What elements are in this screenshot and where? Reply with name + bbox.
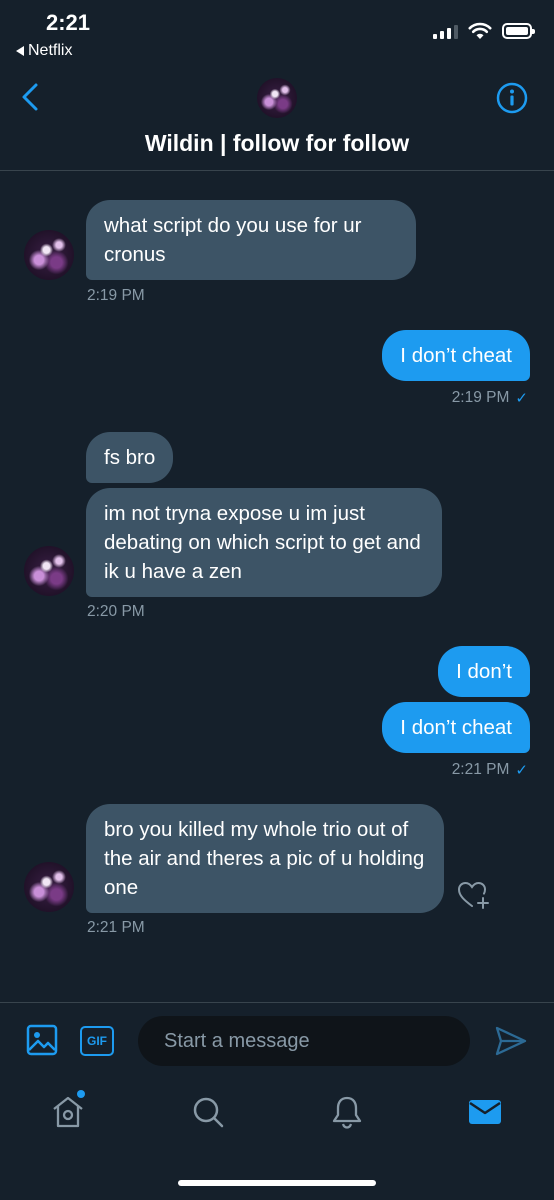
message-timestamp: 2:19 PM [87,287,145,304]
message-input[interactable] [138,1016,470,1066]
bell-icon[interactable] [329,1094,365,1130]
outgoing-message-bubble[interactable]: I don’t cheat [382,330,530,381]
incoming-message-bubble[interactable]: fs bro [86,432,174,483]
read-check-icon: ✓ [515,762,528,779]
outgoing-message-bubble[interactable]: I don’t [438,646,530,697]
notification-dot [77,1090,85,1098]
status-time: 2:21 [46,10,91,35]
incoming-message-bubble[interactable]: im not tryna expose u im just debating o… [86,488,442,597]
read-check-icon: ✓ [515,390,528,407]
mail-icon[interactable] [467,1094,503,1130]
outgoing-message-bubble[interactable]: I don’t cheat [382,702,530,753]
battery-icon [502,23,535,39]
conversation-title[interactable]: Wildin | follow for follow [0,130,554,157]
info-icon[interactable] [496,82,528,114]
message-timestamp: 2:21 PM [451,761,510,778]
header-divider [0,170,554,171]
header-avatar[interactable] [257,78,297,118]
image-icon[interactable] [26,1024,58,1056]
home-indicator [178,1180,376,1186]
message-timestamp-row: 2:19 PM ✓ [452,389,528,407]
send-icon[interactable] [494,1024,528,1058]
back-app-label: Netflix [28,42,73,59]
composer-divider [0,1002,554,1003]
back-triangle-icon [16,46,24,56]
search-icon[interactable] [190,1094,226,1130]
message-timestamp: 2:21 PM [87,919,145,936]
incoming-message-bubble[interactable]: bro you killed my whole trio out of the … [86,804,444,913]
wifi-icon [468,22,492,39]
sender-avatar[interactable] [24,862,74,912]
add-reaction-icon[interactable] [456,878,492,912]
message-timestamp-row: 2:21 PM ✓ [452,761,528,779]
cellular-signal-icon [433,23,458,39]
back-to-app-link[interactable]: Netflix [16,42,72,60]
back-arrow-icon[interactable] [18,82,42,112]
sender-avatar[interactable] [24,546,74,596]
gif-button[interactable]: GIF [80,1026,114,1056]
message-timestamp: 2:20 PM [87,603,145,620]
message-timestamp: 2:19 PM [451,389,510,406]
status-icons [433,22,535,40]
incoming-message-bubble[interactable]: what script do you use for ur cronus [86,200,416,280]
sender-avatar[interactable] [24,230,74,280]
home-icon[interactable] [50,1094,86,1130]
